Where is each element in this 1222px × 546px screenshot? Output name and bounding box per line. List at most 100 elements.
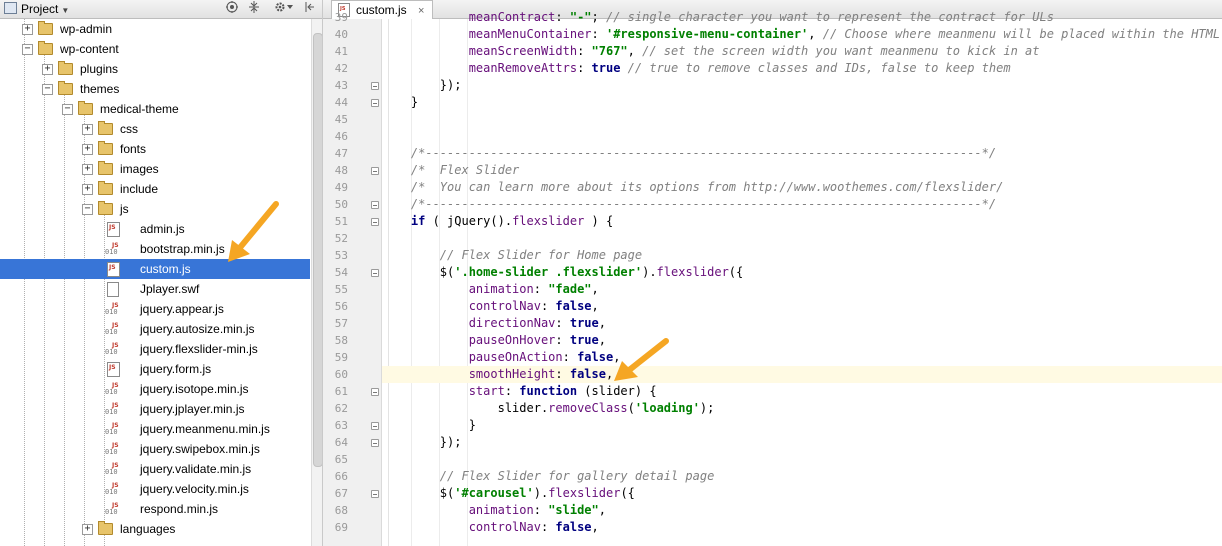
code-line[interactable]: // Flex Slider for Home page xyxy=(382,247,1222,264)
code-line[interactable]: } xyxy=(382,417,1222,434)
tree-file[interactable]: JS 010 jquery.meanmenu.min.js xyxy=(0,419,310,439)
code-token-plain: , xyxy=(591,282,599,296)
tree-file[interactable]: JS 010 jquery.flexslider-min.js xyxy=(0,339,310,359)
expand-toggle-icon[interactable]: + xyxy=(42,64,53,75)
code-line[interactable]: pauseOnAction: false, xyxy=(382,349,1222,366)
code-line[interactable]: directionNav: true, xyxy=(382,315,1222,332)
code-line[interactable]: } xyxy=(382,94,1222,111)
tree-folder[interactable]: − themes xyxy=(0,79,310,99)
tree-file[interactable]: JS 010 jquery.validate.min.js xyxy=(0,459,310,479)
tree-file[interactable]: JS jquery.form.js xyxy=(0,359,310,379)
tree-folder[interactable]: + fonts xyxy=(0,139,310,159)
code-line[interactable]: }); xyxy=(382,434,1222,451)
code-line[interactable]: animation: "slide", xyxy=(382,502,1222,519)
code-line[interactable]: controlNav: false, xyxy=(382,298,1222,315)
fold-icon[interactable] xyxy=(371,167,379,175)
code-token-plain: : xyxy=(540,520,556,534)
tree-folder[interactable]: − wp-content xyxy=(0,39,310,59)
collapse-toggle-icon[interactable]: − xyxy=(62,104,73,115)
tree-file[interactable]: JS 010 jquery.velocity.min.js xyxy=(0,479,310,499)
code-line[interactable]: pauseOnHover: true, xyxy=(382,332,1222,349)
tree-folder[interactable]: + wp-admin xyxy=(0,19,310,39)
tree-folder[interactable]: − js xyxy=(0,199,310,219)
tree-file[interactable]: JS 010 bootstrap.min.js xyxy=(0,239,310,259)
settings-icon[interactable] xyxy=(272,1,296,17)
code-line[interactable]: }); xyxy=(382,77,1222,94)
fold-icon[interactable] xyxy=(371,490,379,498)
tree-file[interactable]: JS 010 jquery.autosize.min.js xyxy=(0,319,310,339)
line-number: 48 xyxy=(334,164,348,177)
expand-toggle-icon[interactable]: + xyxy=(82,144,93,155)
code-token-prop: controlNav xyxy=(468,520,541,534)
tree-folder[interactable]: + css xyxy=(0,119,310,139)
code-line[interactable]: smoothHeight: false, xyxy=(382,366,1222,383)
tree-file[interactable]: Jplayer.swf xyxy=(0,279,310,299)
code-line[interactable] xyxy=(382,111,1222,128)
tree-folder[interactable]: + images xyxy=(0,159,310,179)
project-view-selector[interactable]: Project ▼ xyxy=(4,1,82,17)
code-line[interactable]: /*--------------------------------------… xyxy=(382,145,1222,162)
fold-icon[interactable] xyxy=(371,422,379,430)
code-line[interactable]: animation: "fade", xyxy=(382,281,1222,298)
code-line[interactable]: meanContract: "-"; // single character y… xyxy=(382,9,1222,26)
fold-icon[interactable] xyxy=(371,82,379,90)
tree-scroll-thumb[interactable] xyxy=(313,33,322,467)
line-number: 53 xyxy=(334,249,348,262)
js-file-icon: JS xyxy=(107,222,120,237)
expand-toggle-icon[interactable]: + xyxy=(22,24,33,35)
code-line[interactable] xyxy=(382,230,1222,247)
code-line[interactable]: controlNav: false, xyxy=(382,519,1222,536)
tree-file[interactable]: JS 010 respond.min.js xyxy=(0,499,310,519)
folder-icon xyxy=(78,101,93,115)
expand-toggle-icon[interactable]: + xyxy=(82,124,93,135)
expand-toggle-icon[interactable]: + xyxy=(82,184,93,195)
code-editor[interactable]: meanContract: "-"; // single character y… xyxy=(382,10,1222,546)
hide-panel-icon[interactable] xyxy=(302,1,318,17)
code-line[interactable]: /* You can learn more about its options … xyxy=(382,179,1222,196)
code-line[interactable]: meanMenuContainer: '#responsive-menu-con… xyxy=(382,26,1222,43)
code-line[interactable]: $('.home-slider .flexslider').flexslider… xyxy=(382,264,1222,281)
code-line[interactable]: $('#carousel').flexslider({ xyxy=(382,485,1222,502)
code-line[interactable]: start: function (slider) { xyxy=(382,383,1222,400)
fold-icon[interactable] xyxy=(371,439,379,447)
tree-folder[interactable]: + plugins xyxy=(0,59,310,79)
expand-toggle-icon[interactable]: + xyxy=(82,164,93,175)
fold-icon[interactable] xyxy=(371,388,379,396)
collapse-toggle-icon[interactable]: − xyxy=(22,44,33,55)
code-line[interactable]: meanScreenWidth: "767", // set the scree… xyxy=(382,43,1222,60)
code-line[interactable]: /* Flex Slider xyxy=(382,162,1222,179)
tree-file[interactable]: JS custom.js xyxy=(0,259,310,279)
tree-file[interactable]: JS 010 jquery.swipebox.min.js xyxy=(0,439,310,459)
fold-icon[interactable] xyxy=(371,201,379,209)
tree-file[interactable]: JS 010 jquery.appear.js xyxy=(0,299,310,319)
tree-file[interactable]: JS admin.js xyxy=(0,219,310,239)
line-number: 49 xyxy=(334,181,348,194)
collapse-toggle-icon[interactable]: − xyxy=(82,204,93,215)
code-line[interactable]: /*--------------------------------------… xyxy=(382,196,1222,213)
tree-folder[interactable]: − medical-theme xyxy=(0,99,310,119)
code-line[interactable]: if ( jQuery().flexslider ) { xyxy=(382,213,1222,230)
code-line[interactable]: meanRemoveAttrs: true // true to remove … xyxy=(382,60,1222,77)
tree-file[interactable]: JS 010 jquery.isotope.min.js xyxy=(0,379,310,399)
code-token-prop: flexslider xyxy=(512,214,585,228)
collapse-toggle-icon[interactable]: − xyxy=(42,84,53,95)
fold-icon[interactable] xyxy=(371,99,379,107)
code-token-prop: meanScreenWidth xyxy=(468,44,578,58)
tree-folder[interactable]: + include xyxy=(0,179,310,199)
code-token-plain: ( xyxy=(627,401,635,415)
target-icon[interactable] xyxy=(224,1,240,17)
code-line[interactable] xyxy=(382,128,1222,145)
collapse-all-icon[interactable] xyxy=(246,1,262,17)
code-line[interactable]: // Flex Slider for gallery detail page xyxy=(382,468,1222,485)
code-line[interactable] xyxy=(382,451,1222,468)
tree-scrollbar[interactable] xyxy=(311,19,322,546)
code-token-plain: : xyxy=(562,350,578,364)
fold-icon[interactable] xyxy=(371,218,379,226)
expand-toggle-icon[interactable]: + xyxy=(82,524,93,535)
tree-folder[interactable]: + languages xyxy=(0,519,310,539)
tree-file[interactable]: JS 010 jquery.jplayer.min.js xyxy=(0,399,310,419)
code-line[interactable]: slider.removeClass('loading'); xyxy=(382,400,1222,417)
fold-icon[interactable] xyxy=(371,269,379,277)
